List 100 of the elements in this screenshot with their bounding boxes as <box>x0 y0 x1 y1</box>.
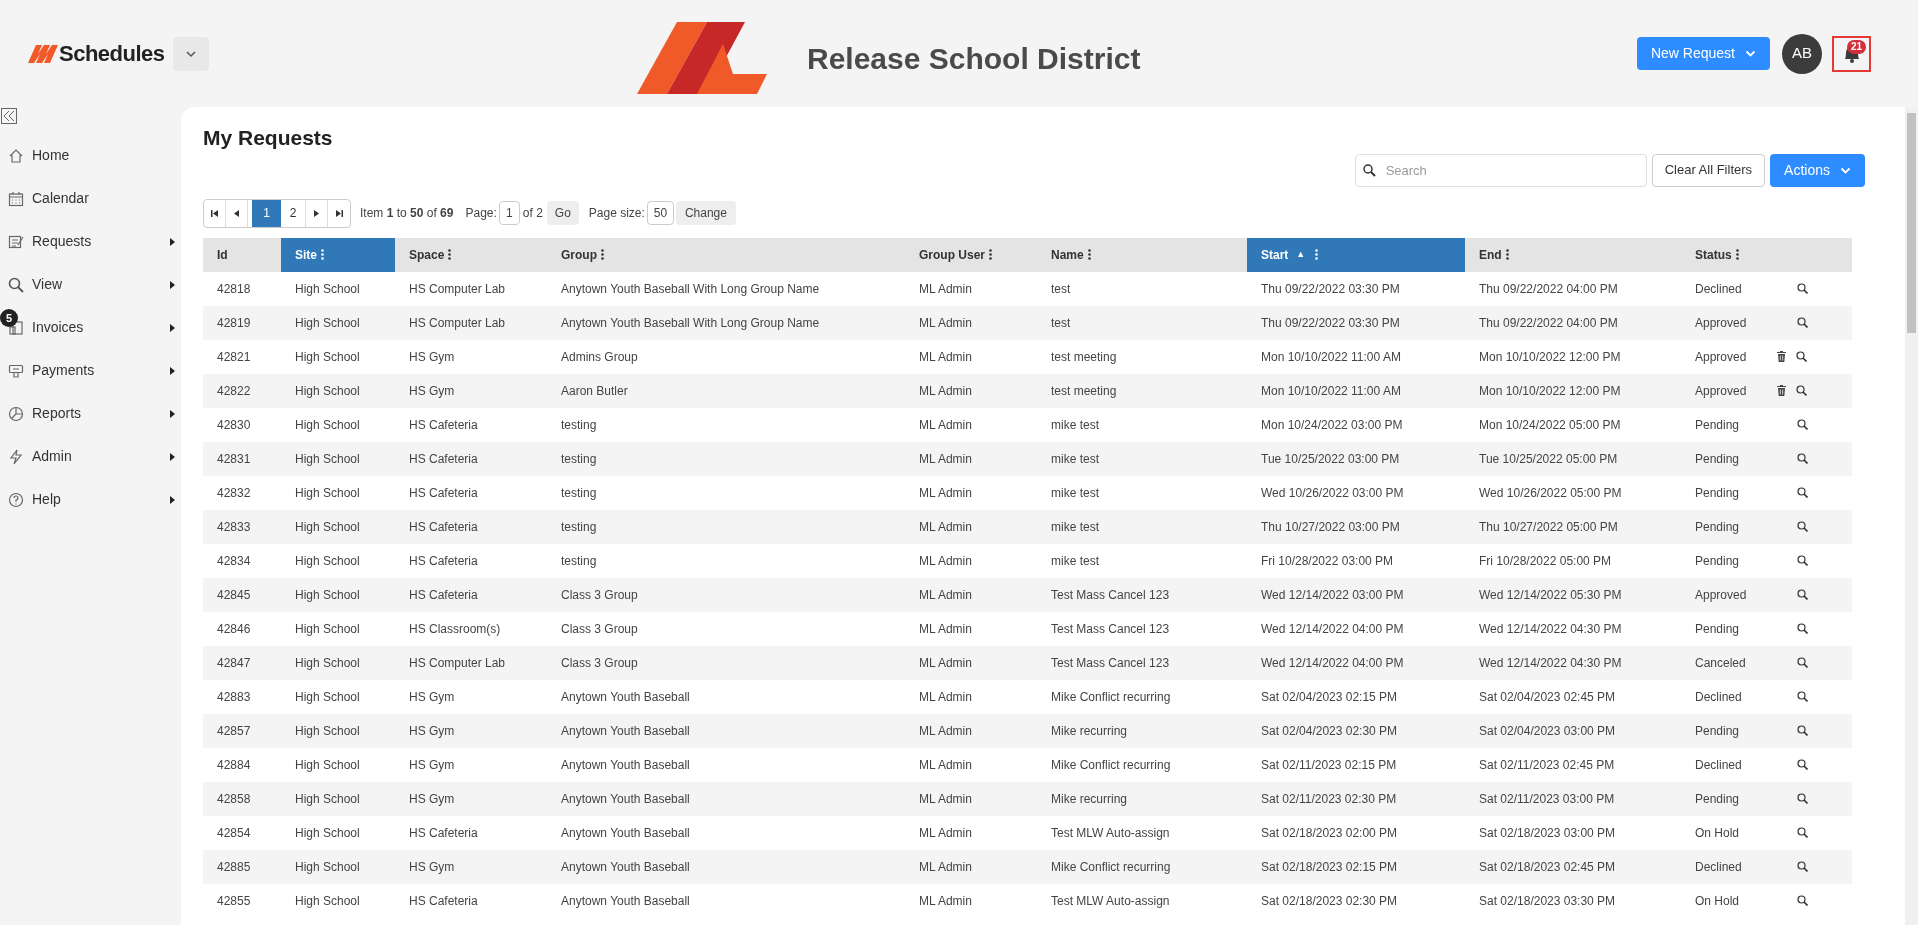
search-icon[interactable] <box>1797 793 1808 804</box>
sidebar-item[interactable]: Requests <box>0 220 181 263</box>
column-header[interactable]: Site <box>281 237 395 272</box>
caret-left-icon <box>234 209 239 217</box>
table-cell-text: Sat 02/18/2023 02:30 PM <box>1260 892 1399 910</box>
sidebar-item[interactable]: Payments <box>0 349 181 392</box>
table-cell-text: High School <box>294 892 361 910</box>
user-avatar[interactable]: AB <box>1782 33 1822 74</box>
table-cell-text: Sat 02/04/2023 03:00 PM <box>1478 722 1617 740</box>
search-icon[interactable] <box>1797 725 1808 736</box>
table-cell-text: Pending <box>1694 722 1741 740</box>
table-cell-text: Thu 10/27/2022 05:00 PM <box>1478 518 1619 536</box>
kebab-menu-icon[interactable] <box>989 249 992 260</box>
trash-icon[interactable] <box>1777 385 1786 396</box>
logo-icon <box>28 44 58 63</box>
page-size-label: Page size: <box>588 205 645 222</box>
table-cell-text: Anytown Youth Baseball <box>560 722 691 740</box>
column-header[interactable]: Id <box>203 237 281 272</box>
notifications-button[interactable]: 21 <box>1832 35 1871 72</box>
table-cell-text: ML Admin <box>918 382 973 400</box>
sidebar-item[interactable]: Reports <box>0 392 181 435</box>
column-header[interactable]: Status <box>1681 237 1777 272</box>
page-number-field[interactable]: 1 <box>498 201 520 225</box>
table-cell-text: Sat 02/11/2023 02:45 PM <box>1478 756 1616 774</box>
table-cell-text: Mike Conflict recurring <box>1050 688 1172 706</box>
table-cell-text: High School <box>294 314 361 332</box>
table-cell-text: Mon 10/24/2022 05:00 PM <box>1478 416 1622 434</box>
column-header[interactable]: Group User <box>905 237 1037 272</box>
notification-count: 21 <box>1846 39 1866 54</box>
sidebar-item[interactable]: Invoices 5 <box>0 306 181 349</box>
table-cell-text: Admins Group <box>560 348 639 366</box>
table-cell-text: ML Admin <box>918 348 973 366</box>
table-cell-text: Mike recurring <box>1050 790 1129 808</box>
sidebar-item[interactable]: Calendar <box>0 177 181 220</box>
column-header[interactable]: Group <box>547 237 905 272</box>
table-cell-text: Approved <box>1694 586 1748 604</box>
column-header[interactable]: Name <box>1037 237 1247 272</box>
sidebar-item[interactable]: Home <box>0 134 181 177</box>
sidebar-item[interactable]: View <box>0 263 181 306</box>
table-cell-text: Sat 02/18/2023 02:00 PM <box>1260 824 1399 842</box>
change-button[interactable]: Change <box>675 201 736 225</box>
page-button[interactable]: 1 <box>252 199 281 227</box>
search-icon[interactable] <box>1796 351 1807 362</box>
search-icon[interactable] <box>1797 691 1808 702</box>
column-header[interactable]: Space <box>395 237 547 272</box>
search-icon[interactable] <box>1797 657 1808 668</box>
collapse-icon[interactable] <box>1 108 17 124</box>
search-icon[interactable] <box>1797 861 1808 872</box>
chevron-down-icon <box>1745 50 1756 57</box>
table-cell-text: Mon 10/10/2022 12:00 PM <box>1478 382 1622 400</box>
table-cell-text: Anytown Youth Baseball <box>560 892 691 910</box>
table-cell-text: ML Admin <box>918 790 973 808</box>
table-cell-text: HS Gym <box>408 790 456 808</box>
page-count-text: of 2 <box>522 205 543 222</box>
table-cell-text: HS Gym <box>408 722 456 740</box>
table-cell-text: ML Admin <box>918 722 973 740</box>
table-cell-text: Sat 02/11/2023 02:15 PM <box>1260 756 1398 774</box>
kebab-menu-icon[interactable] <box>1505 249 1509 260</box>
kebab-menu-icon[interactable] <box>1087 249 1091 260</box>
search-icon[interactable] <box>1796 385 1807 396</box>
search-icon[interactable] <box>1797 555 1808 566</box>
kebab-menu-icon[interactable] <box>601 249 604 260</box>
table-cell-text: HS Computer Lab <box>408 314 507 332</box>
table-cell-text: HS Cafeteria <box>408 484 479 502</box>
go-button[interactable]: Go <box>546 201 579 225</box>
search-icon[interactable] <box>1797 453 1808 464</box>
sidebar-item[interactable]: Admin <box>0 435 181 478</box>
kebab-menu-icon[interactable] <box>1735 249 1739 260</box>
table-cell-text: HS Gym <box>408 756 456 774</box>
search-icon[interactable] <box>1797 283 1808 294</box>
clear-filters-button[interactable]: Clear All Filters <box>1651 153 1766 187</box>
table-cell-text: Aaron Butler <box>560 382 629 400</box>
table-cell-text: 42833 <box>216 518 252 536</box>
column-header[interactable]: Start ▲ <box>1247 237 1465 272</box>
search-icon[interactable] <box>1797 895 1808 906</box>
kebab-menu-icon[interactable] <box>1315 249 1319 260</box>
kebab-menu-icon[interactable] <box>448 249 452 260</box>
table-cell-text: Wed 10/26/2022 05:00 PM <box>1478 484 1623 502</box>
table-cell-text: mike test <box>1050 552 1100 570</box>
scrollbar-thumb[interactable] <box>1907 113 1916 333</box>
search-icon[interactable] <box>1797 487 1808 498</box>
document-pen-icon <box>8 233 24 250</box>
page-button[interactable]: 2 <box>281 199 306 227</box>
search-icon[interactable] <box>1797 317 1808 328</box>
sidebar-item[interactable]: Help <box>0 478 181 521</box>
column-header[interactable]: End <box>1465 237 1681 272</box>
search-icon[interactable] <box>1797 589 1808 600</box>
search-icon[interactable] <box>1797 759 1808 770</box>
search-icon[interactable] <box>1797 419 1808 430</box>
table-cell-text: Sat 02/18/2023 03:30 PM <box>1478 892 1617 910</box>
search-field[interactable]: Search <box>1354 153 1647 187</box>
table-cell-text: Test Mass Cancel 123 <box>1050 654 1171 672</box>
search-icon[interactable] <box>1797 623 1808 634</box>
trash-icon[interactable] <box>1777 351 1786 362</box>
table-cell-text: 42822 <box>216 382 252 400</box>
search-icon[interactable] <box>1797 521 1808 532</box>
table-cell-text: Declined <box>1694 756 1743 774</box>
page-size-field[interactable]: 50 <box>646 201 674 225</box>
search-icon[interactable] <box>1797 827 1808 838</box>
kebab-menu-icon[interactable] <box>321 249 324 260</box>
